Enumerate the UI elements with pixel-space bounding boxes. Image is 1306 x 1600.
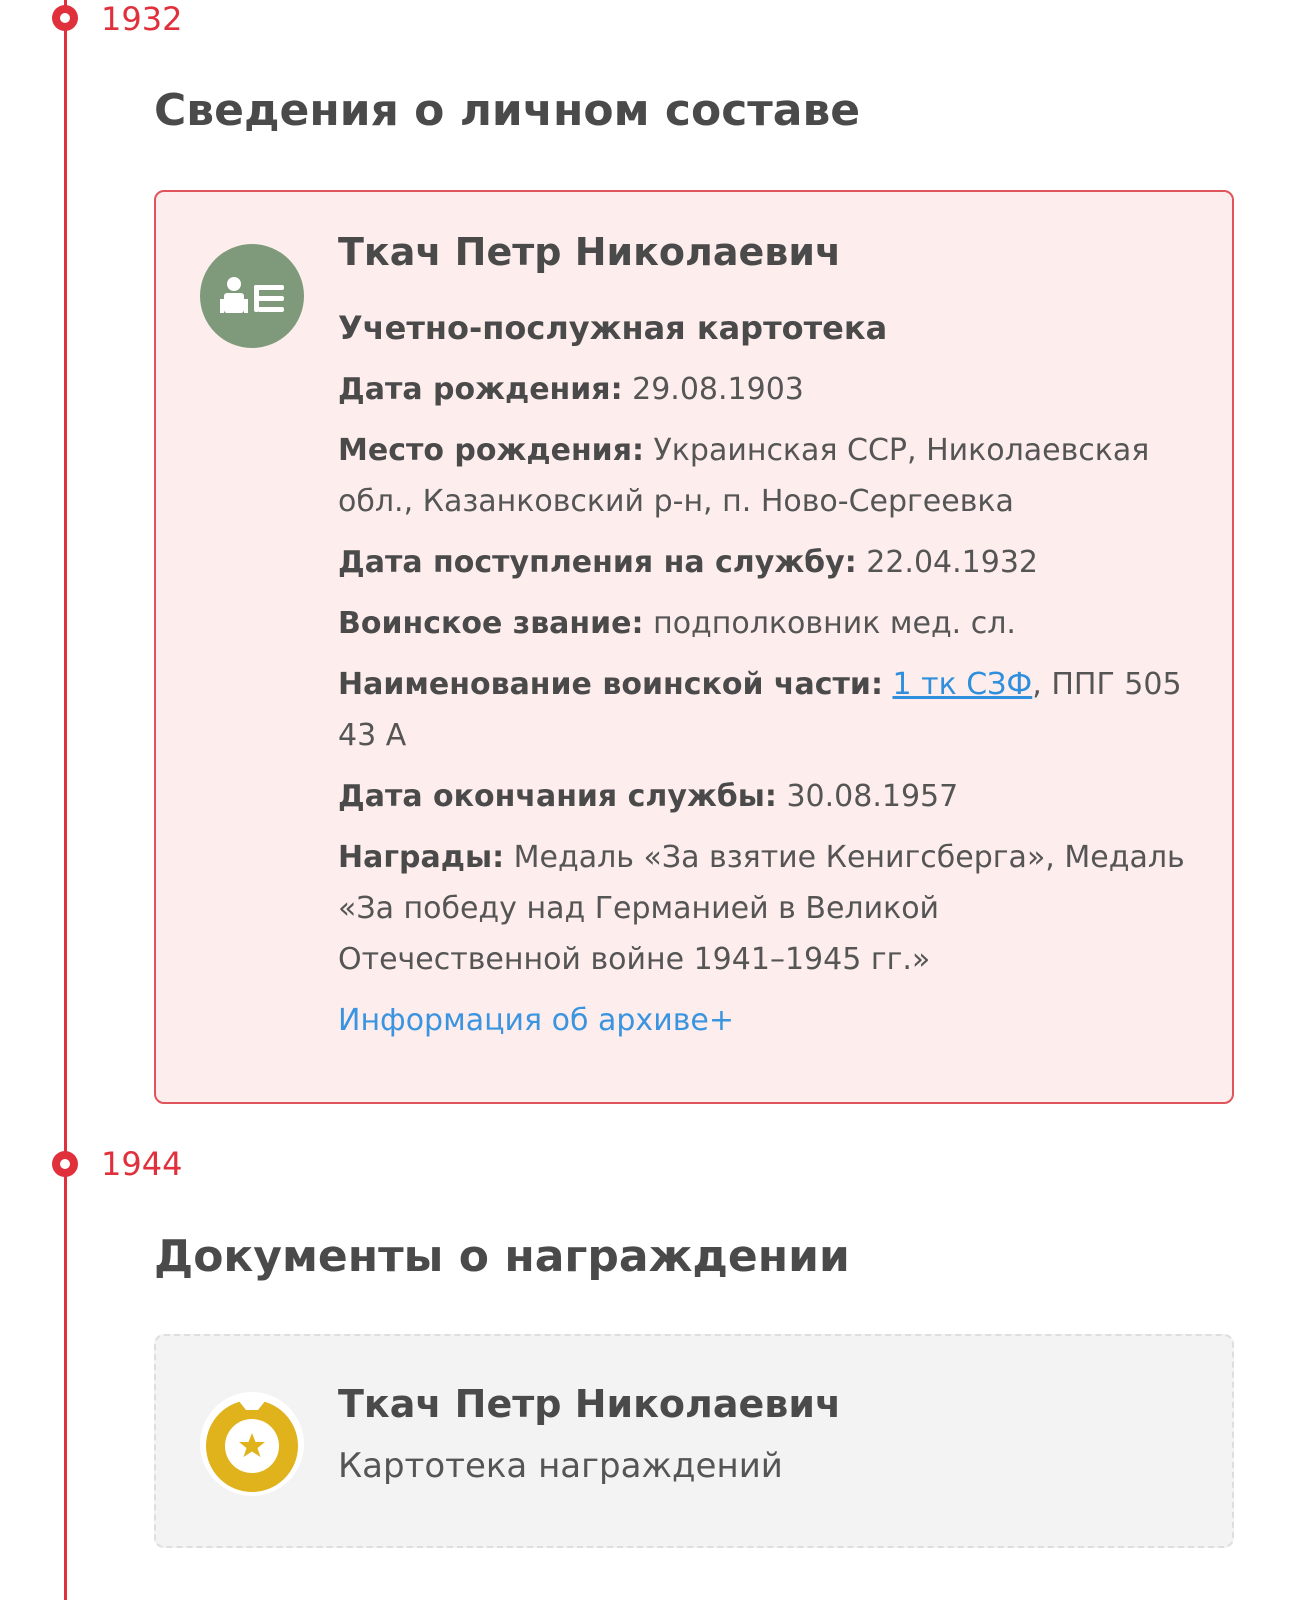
field-birth-date: Дата рождения: 29.08.1903 (338, 372, 804, 407)
person-name: Ткач Петр Николаевич (338, 1382, 842, 1426)
section-title: Документы о награждении (154, 1231, 850, 1282)
timeline-year: 1944 (101, 1145, 183, 1183)
field-service-end: Дата окончания службы: 30.08.1957 (338, 779, 959, 814)
timeline-marker (52, 1151, 78, 1177)
section-title: Сведения о личном составе (154, 85, 861, 136)
field-rank: Воинское звание: подполковник мед. сл. (338, 606, 1016, 641)
document-type: Картотека награждений (338, 1446, 783, 1486)
personnel-card-icon (200, 244, 304, 348)
award-record-card[interactable]: Ткач Петр Николаевич Картотека награжден… (154, 1334, 1234, 1548)
field-unit: Наименование воинской части: 1 тк СЗФ, П… (338, 667, 1182, 753)
unit-link[interactable]: 1 тк СЗФ (892, 667, 1032, 702)
timeline-marker (52, 5, 78, 31)
personnel-record-card[interactable]: Ткач Петр Николаевич Учетно-послужная ка… (154, 190, 1234, 1104)
field-awards: Награды: Медаль «За взятие Кенигсберга»,… (338, 840, 1185, 977)
field-service-start: Дата поступления на службу: 22.04.1932 (338, 545, 1039, 580)
field-birth-place: Место рождения: Украинская ССР, Николаев… (338, 433, 1150, 519)
document-type: Учетно-послужная картотека (338, 309, 888, 347)
medal-icon (200, 1392, 304, 1496)
person-name: Ткач Петр Николаевич (338, 230, 842, 274)
archive-info-link[interactable]: Информация об архиве+ (338, 999, 1188, 1043)
timeline-line (64, 0, 67, 1600)
timeline-year: 1932 (101, 0, 183, 38)
